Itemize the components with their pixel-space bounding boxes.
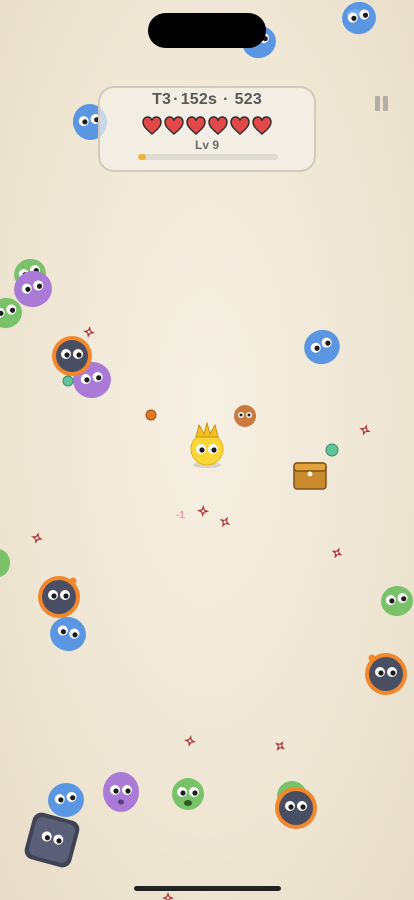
health-hearts: [100, 116, 314, 136]
enemy-small-orange: [234, 405, 256, 427]
heart-icon: [142, 116, 162, 135]
hud-panel: T3 · 152s · 523 Lv 9: [98, 86, 316, 172]
level-label: Lv 9: [194, 138, 219, 152]
enemy-bomb-blob: [365, 653, 407, 695]
enemy-green-blob: [172, 778, 204, 810]
shuriken-icon: [271, 737, 289, 755]
heart-icon: [230, 116, 250, 135]
xp-bar: [138, 154, 278, 160]
dynamic-island: [148, 13, 266, 48]
shuriken-icon: [329, 545, 345, 561]
separator: ·: [223, 91, 229, 108]
enemy-bomb-blob: [52, 336, 92, 376]
time-label: 152s: [180, 91, 218, 108]
heart-icon: [164, 116, 184, 135]
stage-label: T3: [152, 91, 172, 108]
enemy-bomb-blob: [38, 576, 80, 618]
heart-icon: [208, 116, 228, 135]
shuriken-icon: [183, 734, 197, 748]
enemy-projectile: [145, 409, 157, 421]
enemy-stone-block: [24, 812, 80, 868]
damage-number: -1: [176, 510, 185, 521]
treasure-chest-icon: [293, 462, 327, 490]
enemy-green-blob: [0, 549, 10, 577]
xp-gem-icon: [62, 375, 74, 387]
shuriken-icon: [216, 513, 234, 531]
crown-icon: [195, 421, 219, 438]
home-indicator[interactable]: [134, 886, 281, 891]
heart-icon: [186, 116, 206, 135]
pause-button[interactable]: [372, 94, 392, 114]
hud-stats: T3 · 152s · 523: [100, 91, 314, 109]
enemy-blue-blob: [50, 616, 86, 652]
enemy-bomb-blob: [275, 787, 317, 829]
enemy-purple-blob: [103, 772, 139, 812]
shuriken-icon: [82, 325, 96, 339]
score-label: 523: [234, 91, 262, 108]
game-field[interactable]: T3 · 152s · 523 Lv 9 -1: [0, 0, 414, 900]
xp-bar-fill: [138, 154, 147, 160]
enemy-green-blob: [381, 585, 413, 617]
player-character: [190, 421, 224, 468]
shuriken-icon: [357, 422, 373, 438]
separator: ·: [173, 91, 179, 108]
shuriken-icon: [29, 530, 45, 546]
enemy-blue-blob: [304, 329, 340, 365]
shuriken-icon: [196, 504, 210, 518]
shuriken-icon: [162, 892, 174, 900]
enemy-blue-blob: [342, 1, 376, 35]
pause-icon: [375, 96, 380, 111]
enemy-blue-blob: [48, 782, 84, 818]
xp-gem-icon: [325, 443, 339, 457]
heart-icon: [252, 116, 272, 135]
